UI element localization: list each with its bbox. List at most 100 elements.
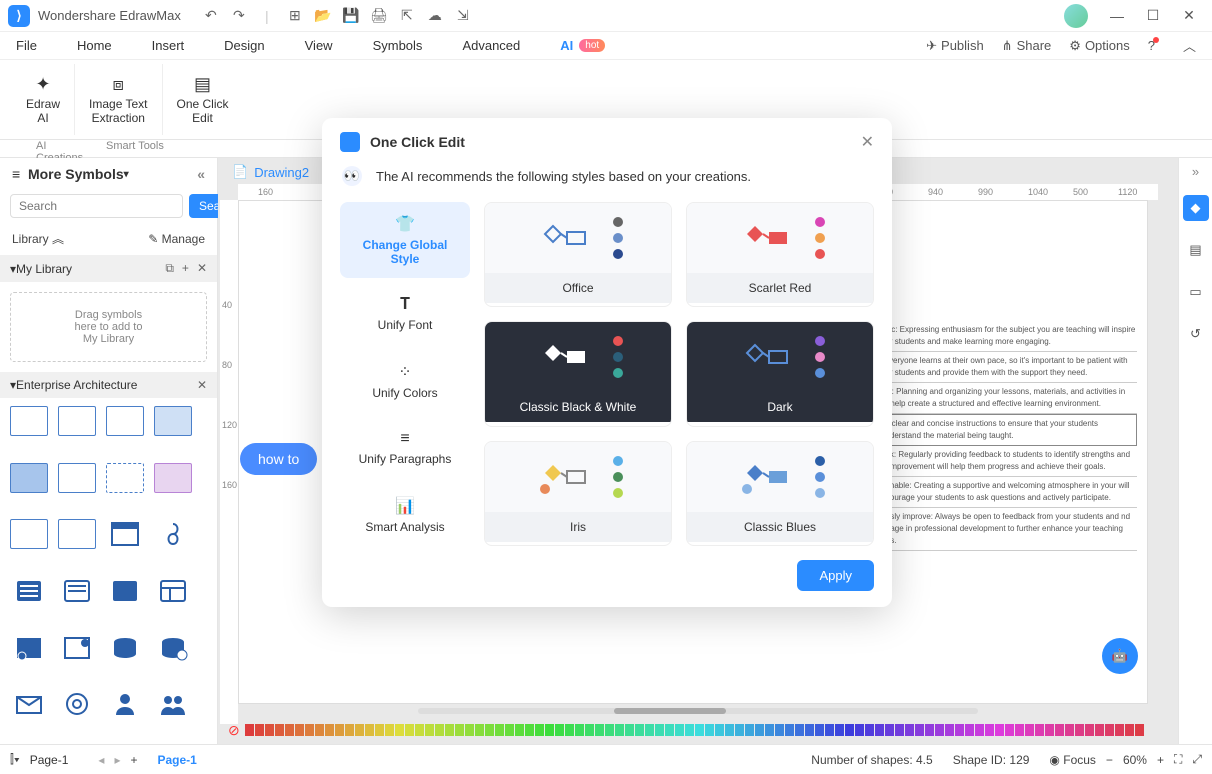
edraw-ai-button[interactable]: ✦ Edraw AI xyxy=(12,64,75,135)
menu-home[interactable]: Home xyxy=(77,38,112,53)
color-swatch[interactable] xyxy=(495,724,504,736)
color-swatch[interactable] xyxy=(735,724,744,736)
library-label[interactable]: Library ︽ xyxy=(12,230,64,247)
save-icon[interactable]: 💾 xyxy=(341,6,361,26)
h-scrollbar[interactable] xyxy=(418,708,978,714)
color-swatch[interactable] xyxy=(565,724,574,736)
color-swatch[interactable] xyxy=(595,724,604,736)
shape-item[interactable] xyxy=(58,689,96,719)
next-page-button[interactable]: ▸ xyxy=(114,753,120,767)
shape-item[interactable] xyxy=(106,576,144,606)
howto-shape[interactable]: how to xyxy=(240,443,317,475)
color-swatch[interactable] xyxy=(645,724,654,736)
shape-item[interactable] xyxy=(58,633,96,663)
opt-unify-paragraphs[interactable]: ≡Unify Paragraphs xyxy=(340,418,470,478)
color-swatch[interactable] xyxy=(1135,724,1144,736)
color-swatch[interactable] xyxy=(785,724,794,736)
user-avatar[interactable] xyxy=(1064,4,1088,28)
shape-item[interactable] xyxy=(154,689,192,719)
color-swatch[interactable] xyxy=(815,724,824,736)
color-swatch[interactable] xyxy=(1085,724,1094,736)
color-swatch[interactable] xyxy=(675,724,684,736)
prev-page-button[interactable]: ◂ xyxy=(98,753,104,767)
color-swatch[interactable] xyxy=(285,724,294,736)
menu-design[interactable]: Design xyxy=(224,38,264,53)
shape-item[interactable] xyxy=(106,689,144,719)
page-menu-icon[interactable]: ⫿▾ xyxy=(10,752,20,767)
shape-item[interactable] xyxy=(10,633,48,663)
color-swatch[interactable] xyxy=(655,724,664,736)
cloud-icon[interactable]: ☁ xyxy=(425,6,445,26)
color-swatch[interactable] xyxy=(945,724,954,736)
image-text-extraction-button[interactable]: ⧈ Image Text Extraction xyxy=(75,64,162,135)
apply-button[interactable]: Apply xyxy=(797,560,874,591)
active-page-tab[interactable]: Page-1 xyxy=(157,753,196,767)
color-swatch[interactable] xyxy=(535,724,544,736)
opt-smart-analysis[interactable]: 📊Smart Analysis xyxy=(340,484,470,546)
color-swatch[interactable] xyxy=(1125,724,1134,736)
color-swatch[interactable] xyxy=(805,724,814,736)
my-library-section[interactable]: ▾ My Library ⧉ + ✕ xyxy=(0,255,217,282)
color-swatch[interactable] xyxy=(615,724,624,736)
color-swatch[interactable] xyxy=(1055,724,1064,736)
maximize-button[interactable]: ☐ xyxy=(1138,6,1168,26)
history-panel-button[interactable]: ↺ xyxy=(1183,321,1209,347)
publish-button[interactable]: ✈ Publish xyxy=(926,38,984,54)
color-swatch[interactable] xyxy=(365,724,374,736)
add-page-button[interactable]: + xyxy=(130,753,137,767)
color-swatch[interactable] xyxy=(1025,724,1034,736)
mylib-add-icon[interactable]: + xyxy=(182,261,189,276)
color-swatch[interactable] xyxy=(345,724,354,736)
color-swatch[interactable] xyxy=(895,724,904,736)
color-swatch[interactable] xyxy=(325,724,334,736)
color-swatch[interactable] xyxy=(245,724,254,736)
color-swatch[interactable] xyxy=(685,724,694,736)
shape-item[interactable] xyxy=(154,519,192,549)
color-swatch[interactable] xyxy=(635,724,644,736)
more-symbols-header[interactable]: ≡ More Symbols▾ « xyxy=(0,158,217,190)
one-click-edit-button[interactable]: ▤ One Click Edit xyxy=(163,64,243,135)
menu-symbols[interactable]: Symbols xyxy=(373,38,423,53)
collapse-ribbon-button[interactable]: ︿ xyxy=(1183,36,1196,55)
mylib-copy-icon[interactable]: ⧉ xyxy=(165,261,174,276)
shape-item[interactable] xyxy=(154,463,192,493)
page-panel-button[interactable]: ▤ xyxy=(1183,237,1209,263)
color-swatch[interactable] xyxy=(555,724,564,736)
search-input[interactable] xyxy=(10,194,183,218)
style-scarlet-red[interactable]: Scarlet Red xyxy=(686,202,874,307)
color-swatch[interactable] xyxy=(705,724,714,736)
zoom-in-button[interactable]: + xyxy=(1157,753,1164,767)
color-swatch[interactable] xyxy=(295,724,304,736)
color-swatch[interactable] xyxy=(485,724,494,736)
color-swatch[interactable] xyxy=(665,724,674,736)
close-button[interactable]: ✕ xyxy=(1174,6,1204,26)
color-swatch[interactable] xyxy=(1115,724,1124,736)
color-swatch[interactable] xyxy=(925,724,934,736)
style-iris[interactable]: Iris xyxy=(484,441,672,546)
color-swatch[interactable] xyxy=(575,724,584,736)
color-swatch[interactable] xyxy=(745,724,754,736)
color-swatch[interactable] xyxy=(955,724,964,736)
shape-item[interactable] xyxy=(58,576,96,606)
fit-page-button[interactable]: ⛶ xyxy=(1174,752,1182,767)
style-classic-blues[interactable]: Classic Blues xyxy=(686,441,874,546)
color-swatch[interactable] xyxy=(715,724,724,736)
color-swatch[interactable] xyxy=(875,724,884,736)
color-swatch[interactable] xyxy=(975,724,984,736)
expand-right-icon[interactable]: » xyxy=(1192,164,1199,179)
shape-item[interactable] xyxy=(58,519,96,549)
menu-insert[interactable]: Insert xyxy=(152,38,185,53)
color-swatch[interactable] xyxy=(1015,724,1024,736)
shape-item[interactable] xyxy=(10,406,48,436)
collapse-left-icon[interactable]: « xyxy=(197,166,205,182)
color-swatch[interactable] xyxy=(515,724,524,736)
manage-button[interactable]: ✎ Manage xyxy=(148,232,205,246)
color-swatch[interactable] xyxy=(965,724,974,736)
import-icon[interactable]: ⇲ xyxy=(453,6,473,26)
mylib-close-icon[interactable]: ✕ xyxy=(197,261,207,276)
style-classic-bw[interactable]: Classic Black & White xyxy=(484,321,672,426)
open-icon[interactable]: 📂 xyxy=(313,6,333,26)
color-swatch[interactable] xyxy=(625,724,634,736)
color-swatch[interactable] xyxy=(355,724,364,736)
color-swatch[interactable] xyxy=(435,724,444,736)
